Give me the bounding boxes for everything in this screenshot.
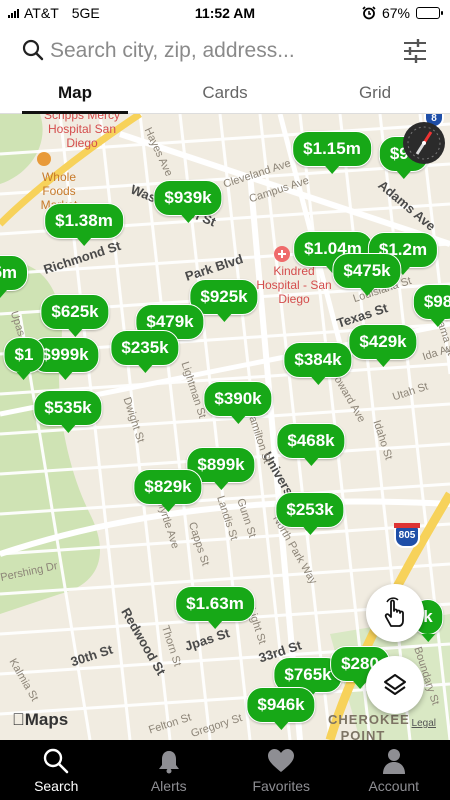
apple-logo-icon:  <box>12 710 25 729</box>
search-icon <box>44 748 69 774</box>
price-pin[interactable]: $1.15m <box>292 131 372 167</box>
apple-maps-attribution: Maps <box>12 710 68 730</box>
nav-alerts[interactable]: Alerts <box>113 740 226 800</box>
battery-percent: 67% <box>381 5 410 21</box>
price-pin[interactable]: $535k <box>33 390 103 426</box>
nav-favorites-label: Favorites <box>252 778 311 794</box>
nav-account-label: Account <box>368 778 420 794</box>
tab-grid[interactable]: Grid <box>300 76 450 113</box>
map-view[interactable]: Scripps Mercy Hospital San Diego Whole F… <box>0 114 450 740</box>
nav-favorites[interactable]: Favorites <box>225 740 338 800</box>
hand-pointer-icon <box>384 597 404 627</box>
search-input[interactable] <box>50 35 390 67</box>
bell-icon <box>158 751 179 774</box>
price-pin[interactable]: $829k <box>133 469 203 505</box>
attribution-text: Maps <box>12 710 68 729</box>
battery-icon <box>416 7 443 19</box>
price-pin[interactable]: $939k <box>153 180 223 216</box>
price-pin[interactable]: $235k <box>110 330 180 366</box>
status-bar: AT&T 5GE 11:52 AM 67% <box>0 0 450 26</box>
price-pin[interactable]: $384k <box>283 342 353 378</box>
place-label-hospital1: Scripps Mercy Hospital San Diego <box>43 114 120 150</box>
interstate-shield-805: 805 <box>394 523 420 548</box>
price-pin[interactable]: $625k <box>40 294 110 330</box>
price-pin[interactable]: $1.63m <box>175 586 255 622</box>
legal-link[interactable]: Legal <box>412 718 436 729</box>
price-pin[interactable]: $468k <box>276 423 346 459</box>
heart-icon <box>268 749 295 772</box>
price-pin[interactable]: $946k <box>246 687 316 723</box>
price-pin[interactable]: $98 <box>412 284 450 320</box>
view-tabs: Map Cards Grid <box>0 76 450 114</box>
tab-cards[interactable]: Cards <box>150 76 300 113</box>
neighborhood-label: CHEROKEE POINT <box>328 712 410 740</box>
alarm-icon <box>362 6 376 20</box>
layers-icon <box>384 674 406 695</box>
price-pin[interactable]: $5m <box>0 255 29 291</box>
nav-account[interactable]: Account <box>338 740 450 800</box>
tab-map[interactable]: Map <box>0 76 150 114</box>
filter-sliders-icon[interactable] <box>402 38 428 64</box>
price-pin[interactable]: $1.38m <box>44 203 124 239</box>
price-pin[interactable]: $253k <box>275 492 345 528</box>
search-icon <box>22 39 44 61</box>
search-bar <box>0 28 450 74</box>
nav-search[interactable]: Search <box>0 740 113 800</box>
price-pin[interactable]: $475k <box>332 253 402 289</box>
price-pin[interactable]: $429k <box>348 324 418 360</box>
price-pin[interactable]: $1 <box>3 337 45 373</box>
person-icon <box>382 749 405 774</box>
bottom-nav: Search Alerts Favorites Account <box>0 740 450 800</box>
draw-gesture-button[interactable] <box>366 584 424 642</box>
map-layers-button[interactable] <box>366 656 424 714</box>
compass-icon[interactable] <box>403 122 445 164</box>
place-label-hospital2: Kindred Hospital - San Diego <box>256 264 332 306</box>
nav-search-label: Search <box>34 778 79 794</box>
price-pin[interactable]: $390k <box>203 381 273 417</box>
nav-alerts-label: Alerts <box>150 778 187 794</box>
